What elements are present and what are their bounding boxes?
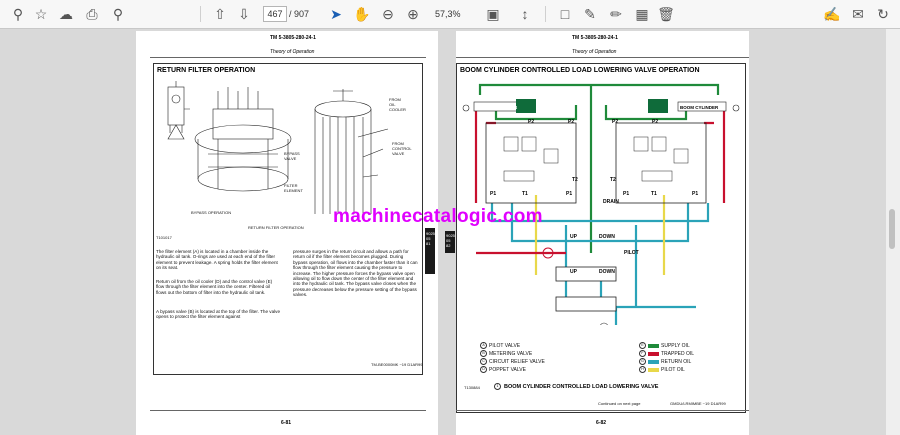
- zoom-out-icon[interactable]: ⊖: [378, 4, 398, 24]
- legend-item: SUPPLY OIL: [661, 342, 690, 349]
- section-tab-text: 9025 05 82: [446, 233, 455, 248]
- port-label: P1: [692, 191, 699, 197]
- search-icon[interactable]: ⚲: [8, 4, 28, 24]
- zoom-magnifier-icon[interactable]: ⚲: [108, 4, 128, 24]
- port-label: P2: [568, 119, 575, 125]
- section-label: Theory of Operation: [270, 49, 315, 55]
- caption-return-filter: RETURN FILTER OPERATION: [248, 225, 304, 230]
- separator: [545, 6, 546, 22]
- bookmark-star-icon[interactable]: ☆: [31, 4, 51, 24]
- label-filter-element: FILTER ELEMENT: [284, 183, 303, 193]
- print-icon[interactable]: ⎙: [82, 4, 102, 24]
- delete-icon[interactable]: 🗑: [656, 4, 676, 24]
- filter-illustration: [167, 81, 389, 214]
- port-label: T2: [572, 177, 578, 183]
- port-label: P1: [566, 191, 573, 197]
- page-title: BOOM CYLINDER CONTROLLED LOAD LOWERING V…: [460, 67, 700, 74]
- separator: [200, 6, 201, 22]
- legend-components: A PILOT VALVE B METERING VALVE C CIRCUIT RE…: [480, 342, 580, 374]
- upload-cloud-icon[interactable]: ☁: [56, 4, 76, 24]
- pilot-label: PILOT: [624, 250, 639, 256]
- figure-code: T130884: [464, 385, 480, 390]
- down-label: DOWN: [599, 234, 615, 240]
- select-cursor-icon[interactable]: ➤: [326, 4, 346, 24]
- fit-page-icon[interactable]: ▣: [483, 4, 503, 24]
- paragraph: Return oil from the oil cooler (D) and t…: [156, 279, 273, 295]
- port-label: P2: [612, 119, 619, 125]
- header-rule: [456, 57, 749, 58]
- caption-bypass: BYPASS OPERATION: [191, 210, 232, 215]
- page-right: TM 5-3805-280-24-1 Theory of Operation B…: [456, 31, 749, 435]
- port-label: P1: [490, 191, 497, 197]
- highlight-icon[interactable]: ✏: [606, 4, 626, 24]
- section-tab-text: 9025 05 81: [426, 231, 435, 246]
- footer-rule: [456, 410, 749, 411]
- legend-item: RETURN OIL: [661, 358, 692, 365]
- label-from-control-valve: FROM CONTROL VALVE: [392, 141, 412, 156]
- doc-id: TM 5-3805-280-24-1: [270, 35, 316, 41]
- hydraulic-schematic: [462, 83, 740, 325]
- figure-circle-marker: 1: [494, 383, 501, 390]
- page-left: TM 5-3805-280-24-1 Theory of Operation R…: [136, 31, 438, 435]
- page-down-icon[interactable]: ⇩: [234, 4, 254, 24]
- boom-cylinder-right-label: BOOM CYLINDER: [680, 105, 719, 110]
- port-label: T1: [651, 191, 657, 197]
- watermark: machinecatalogic.com: [333, 206, 543, 227]
- mail-icon[interactable]: ✉: [848, 4, 868, 24]
- footer-rule: [150, 410, 426, 411]
- header-rule: [150, 57, 426, 58]
- page-number: 6-81: [281, 420, 292, 426]
- comment-icon[interactable]: □: [555, 4, 575, 24]
- down-label: DOWN: [599, 269, 615, 275]
- page-total: / 907: [289, 9, 310, 19]
- up-label: UP: [570, 269, 577, 275]
- page-title: RETURN FILTER OPERATION: [157, 67, 256, 74]
- port-label: P2: [528, 119, 535, 125]
- label-from-oil-cooler: FROM OIL COOLER: [389, 97, 406, 112]
- doc-id: TM 5-3805-280-24-1: [572, 35, 618, 41]
- legend-item: TRAPPED OIL: [661, 350, 695, 357]
- footer-code: TM-BE0000MK ~19 D1AR99: [371, 362, 423, 367]
- scroll-mode-icon[interactable]: ↕: [515, 4, 535, 24]
- legend-item: POPPET VALVE: [489, 366, 526, 373]
- legend-item: METERING VALVE: [489, 350, 533, 357]
- share-icon[interactable]: ↻: [873, 4, 893, 24]
- stamp-icon[interactable]: ▦: [632, 4, 652, 24]
- vertical-scrollbar[interactable]: [886, 29, 900, 435]
- label-bypass-valve: BYPASS VALVE: [284, 151, 300, 161]
- page-number-input[interactable]: 467: [263, 6, 287, 22]
- page-up-icon[interactable]: ⇧: [210, 4, 230, 24]
- paragraph: A bypass valve (B) is located at the top…: [156, 309, 281, 320]
- port-label: P1: [623, 191, 630, 197]
- zoom-level[interactable]: 57,3%: [435, 6, 475, 20]
- legend-oil-colors: E SUPPLY OIL F TRAPPED OIL G RETURN OIL H PI…: [639, 342, 739, 374]
- legend-item: CIRCUIT RELIEF VALVE: [489, 358, 545, 365]
- drain-label: DRAIN: [603, 199, 619, 205]
- page-number: 6-82: [596, 420, 607, 426]
- figure-code: T101017: [156, 235, 172, 240]
- sign-icon[interactable]: ✍: [822, 4, 842, 24]
- zoom-in-icon[interactable]: ⊕: [403, 4, 423, 24]
- legend-item: PILOT OIL: [661, 366, 685, 373]
- paragraph: The filter element (A) is located in a c…: [156, 249, 278, 271]
- boom-cylinder-left-label: BOOM CYLINDER: [479, 105, 518, 110]
- pen-icon[interactable]: ✎: [580, 4, 600, 24]
- up-label: UP: [570, 234, 577, 240]
- port-label: P2: [652, 119, 659, 125]
- continued-note: Continued on next page: [598, 401, 641, 406]
- port-label: T2: [610, 177, 616, 183]
- pdf-toolbar: ⚲ ☆ ☁ ⎙ ⚲ ⇧ ⇩ 467 / 907 ➤ ✋ ⊖ ⊕ 57,3% ▣ …: [0, 0, 900, 29]
- legend-item: PILOT VALVE: [489, 342, 521, 349]
- figure-caption: BOOM CYLINDER CONTROLLED LOAD LOWERING V…: [504, 384, 659, 390]
- hand-tool-icon[interactable]: ✋: [352, 4, 372, 24]
- footer-code: GMDU/LRMIMBE ~19 D1AR99: [670, 401, 726, 406]
- port-label: T1: [522, 191, 528, 197]
- section-label: Theory of Operation: [572, 49, 617, 55]
- paragraph: pressure surges in the return circuit an…: [293, 249, 418, 298]
- scrollbar-thumb[interactable]: [889, 209, 895, 249]
